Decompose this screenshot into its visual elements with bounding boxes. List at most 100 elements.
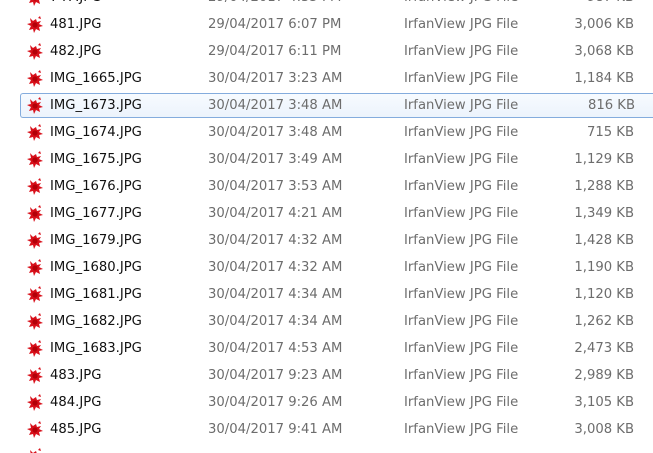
file-name: IMG_1677.JPG xyxy=(50,206,142,221)
file-date-modified: 30/04/2017 4:53 AM xyxy=(208,341,343,356)
file-name: IMG_1679.JPG xyxy=(50,233,142,248)
file-name: 484.JPG xyxy=(50,395,102,410)
file-type: IrfanView JPG File xyxy=(404,368,519,383)
file-row[interactable]: IMG_1675.JPG 30/04/2017 3:49 AM IrfanVie… xyxy=(20,147,653,172)
file-type: IrfanView JPG File xyxy=(404,233,519,248)
irfanview-jpg-icon xyxy=(26,43,44,61)
file-size: 1,184 KB xyxy=(574,71,634,86)
file-size: 1,262 KB xyxy=(574,314,634,329)
file-name: IMG_1674.JPG xyxy=(50,125,142,140)
file-row[interactable]: 483.JPG 30/04/2017 9:23 AM IrfanView JPG… xyxy=(20,363,653,388)
file-size: 1,129 KB xyxy=(574,152,634,167)
file-name: IMG_1665.JPG xyxy=(50,71,142,86)
file-size: 2,989 KB xyxy=(574,368,634,383)
file-type: IrfanView JPG File xyxy=(404,395,519,410)
file-size: 2,473 KB xyxy=(574,341,634,356)
file-date-modified: 30/04/2017 4:34 AM xyxy=(208,287,343,302)
irfanview-jpg-icon xyxy=(26,394,44,412)
file-row[interactable]: 482.JPG 29/04/2017 6:11 PM IrfanView JPG… xyxy=(20,39,653,64)
file-date-modified: 30/04/2017 3:53 AM xyxy=(208,179,343,194)
file-type: IrfanView JPG File xyxy=(404,287,519,302)
file-date-modified: 30/04/2017 9:41 AM xyxy=(208,422,343,437)
irfanview-jpg-icon xyxy=(26,448,44,453)
file-size: 3,008 KB xyxy=(574,422,634,437)
file-name: IMG_1675.JPG xyxy=(50,152,142,167)
irfanview-jpg-icon xyxy=(26,16,44,34)
file-type: IrfanView JPG File xyxy=(404,0,518,9)
file-name: IMG_1680.JPG xyxy=(50,260,142,275)
file-row[interactable]: IMG_1674.JPG 30/04/2017 3:48 AM IrfanVie… xyxy=(20,120,653,145)
irfanview-jpg-icon xyxy=(26,0,44,7)
file-type: IrfanView JPG File xyxy=(404,206,519,221)
irfanview-jpg-icon xyxy=(26,232,44,250)
file-size: 1,120 KB xyxy=(574,287,634,302)
file-date-modified: 30/04/2017 9:23 AM xyxy=(208,368,343,383)
file-size: 1,349 KB xyxy=(574,206,634,221)
file-date-modified: 29/04/2017 6:07 PM xyxy=(208,17,342,32)
file-row[interactable]: 481.JPG 29/04/2017 6:07 PM IrfanView JPG… xyxy=(20,12,653,37)
file-type: IrfanView JPG File xyxy=(404,125,519,140)
file-row[interactable]: IMG_1681.JPG 30/04/2017 4:34 AM IrfanVie… xyxy=(20,282,653,307)
file-name: IMG_1682.JPG xyxy=(50,314,142,329)
file-name: IMG_1681.JPG xyxy=(50,287,142,302)
file-type: IrfanView JPG File xyxy=(404,44,519,59)
irfanview-jpg-icon xyxy=(26,367,44,385)
file-size: 987 KB xyxy=(587,0,634,9)
file-size: 715 KB xyxy=(586,125,634,140)
irfanview-jpg-icon xyxy=(26,205,44,223)
file-date-modified: 29/04/2017 6:11 PM xyxy=(208,44,342,59)
irfanview-jpg-icon xyxy=(26,259,44,277)
file-date-modified: 29/04/2017 4:35 PM xyxy=(208,0,341,9)
file-size: 1,428 KB xyxy=(574,233,634,248)
file-date-modified: 30/04/2017 3:48 AM xyxy=(208,98,343,113)
irfanview-jpg-icon xyxy=(26,70,44,88)
file-row[interactable]: IMG_1683.JPG 30/04/2017 4:53 AM IrfanVie… xyxy=(20,336,653,361)
file-name: 483.JPG xyxy=(50,368,102,383)
file-date-modified: 30/04/2017 3:49 AM xyxy=(208,152,343,167)
file-row[interactable]: 747.JPG 29/04/2017 4:35 PM IrfanView JPG… xyxy=(20,0,653,10)
file-name: IMG_1676.JPG xyxy=(50,179,142,194)
irfanview-jpg-icon xyxy=(26,313,44,331)
file-size: 1,288 KB xyxy=(574,179,634,194)
file-row[interactable]: IMG_1680.JPG 30/04/2017 4:32 AM IrfanVie… xyxy=(20,255,653,280)
irfanview-jpg-icon xyxy=(26,124,44,142)
file-date-modified: 30/04/2017 3:23 AM xyxy=(208,71,343,86)
file-row[interactable]: IMG_1665.JPG 30/04/2017 3:23 AM IrfanVie… xyxy=(20,66,653,91)
file-size: 3,105 KB xyxy=(574,395,634,410)
file-size: 816 KB xyxy=(587,98,635,113)
file-date-modified: 30/04/2017 4:34 AM xyxy=(208,314,343,329)
irfanview-jpg-icon xyxy=(26,97,44,115)
file-row[interactable]: IMG_1682.JPG 30/04/2017 4:34 AM IrfanVie… xyxy=(20,309,653,334)
file-date-modified: 30/04/2017 3:48 AM xyxy=(208,125,343,140)
file-size: 3,068 KB xyxy=(574,44,634,59)
file-row[interactable]: 485.JPG 30/04/2017 9:41 AM IrfanView JPG… xyxy=(20,417,653,442)
file-type: IrfanView JPG File xyxy=(404,98,519,113)
file-type: IrfanView JPG File xyxy=(404,341,519,356)
file-name: 482.JPG xyxy=(50,44,102,59)
file-name: 485.JPG xyxy=(50,422,102,437)
file-row[interactable]: IMG_1673.JPG 30/04/2017 3:48 AM IrfanVie… xyxy=(20,93,653,118)
file-type: IrfanView JPG File xyxy=(404,179,519,194)
file-row[interactable]: IMG_1676.JPG 30/04/2017 3:53 AM IrfanVie… xyxy=(20,174,653,199)
irfanview-jpg-icon xyxy=(26,286,44,304)
file-row[interactable] xyxy=(20,444,653,453)
file-list: 747.JPG 29/04/2017 4:35 PM IrfanView JPG… xyxy=(0,0,653,453)
file-type: IrfanView JPG File xyxy=(404,152,519,167)
irfanview-jpg-icon xyxy=(26,151,44,169)
file-type: IrfanView JPG File xyxy=(404,17,519,32)
file-row[interactable]: 484.JPG 30/04/2017 9:26 AM IrfanView JPG… xyxy=(20,390,653,415)
file-size: 3,006 KB xyxy=(574,17,634,32)
file-row[interactable]: IMG_1677.JPG 30/04/2017 4:21 AM IrfanVie… xyxy=(20,201,653,226)
file-size: 1,190 KB xyxy=(574,260,634,275)
file-date-modified: 30/04/2017 4:21 AM xyxy=(208,206,343,221)
irfanview-jpg-icon xyxy=(26,421,44,439)
file-date-modified: 30/04/2017 9:26 AM xyxy=(208,395,343,410)
file-type: IrfanView JPG File xyxy=(404,422,519,437)
file-row[interactable]: IMG_1679.JPG 30/04/2017 4:32 AM IrfanVie… xyxy=(20,228,653,253)
file-date-modified: 30/04/2017 4:32 AM xyxy=(208,233,343,248)
file-type: IrfanView JPG File xyxy=(404,314,519,329)
file-name: 481.JPG xyxy=(50,17,102,32)
irfanview-jpg-icon xyxy=(26,178,44,196)
file-name: IMG_1683.JPG xyxy=(50,341,142,356)
file-date-modified: 30/04/2017 4:32 AM xyxy=(208,260,343,275)
